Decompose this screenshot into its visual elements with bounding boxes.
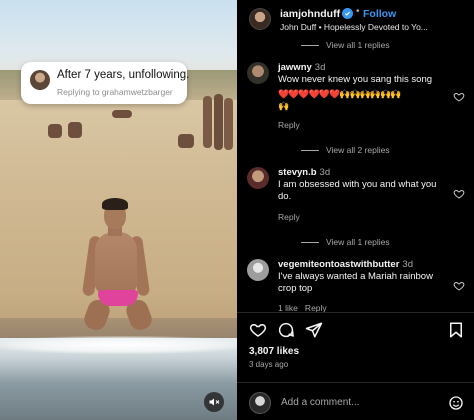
subject-torso [95,232,137,294]
reel-media[interactable]: After 7 years, unfollowing. Replying to … [0,0,237,420]
comment-time: 3d [402,259,413,270]
beachgoer [48,124,62,138]
sticker-avatar [30,70,50,90]
beachgoer [178,134,194,148]
beachgoer [214,94,223,150]
view-replies-label: View all 2 replies [326,145,390,155]
comments-panel: iamjohnduff • Follow John Duff • Hopeles… [237,0,474,420]
comment-item: vegemiteontoastwithbutter 3d I've always … [247,259,469,313]
comment-time: 3d [319,167,331,178]
commenter-avatar[interactable] [247,62,269,84]
comment-item: jawwny 3d Wow never knew you sang this so… [247,62,469,132]
commenter-avatar[interactable] [247,167,269,189]
comment-text: I've always wanted a Mariah rainbow crop… [278,271,433,294]
save-icon[interactable] [447,321,465,339]
post-header: iamjohnduff • Follow John Duff • Hopeles… [237,0,474,38]
sticker-title: After 7 years, unfollowing. [57,69,190,81]
reply-button[interactable]: Reply [278,212,300,222]
beachgoer [68,122,82,138]
speaker-muted-icon [209,398,220,406]
beachgoer [112,110,132,118]
view-replies-link[interactable]: View all 1 replies [301,40,390,50]
emoji-icon[interactable] [448,395,464,411]
replies-line [301,242,319,244]
author-avatar[interactable] [249,8,271,30]
view-replies-link[interactable]: View all 1 replies [301,237,390,247]
heart-icon[interactable] [249,321,267,339]
beachgoer [203,96,212,148]
mute-button[interactable] [204,392,224,412]
subject-swimwear [98,290,138,306]
reply-button[interactable]: Reply [278,120,300,130]
commenter-username[interactable]: jawwny [278,62,312,73]
header-separator: • [356,6,360,17]
verified-badge-icon [342,8,353,19]
sticker-subtitle: Replying to grahamwetzbarger [57,87,173,97]
comment-text: I am obsessed with you and what you do. [278,179,437,202]
comment-text: Wow never knew you sang this song ❤️❤️❤️… [278,74,450,112]
current-user-avatar [249,392,271,414]
likes-count[interactable]: 3,807 likes [249,346,299,357]
commenter-name-line: jawwny 3d [278,62,325,73]
comment-time: 3d [314,62,326,73]
author-username[interactable]: iamjohnduff [280,8,340,20]
comment-emoji-line-2: 🙌 [278,101,290,111]
share-icon[interactable] [305,321,323,339]
beachgoer [224,98,233,150]
like-comment-heart-icon[interactable] [453,187,465,199]
comment-icon[interactable] [277,321,295,339]
comment-item: stevyn.b 3d I am obsessed with you and wh… [247,167,469,225]
replies-line [301,150,319,152]
comment-emoji-line: ❤️❤️❤️❤️❤️❤️🙌🙌🙌🙌🙌🙌 [278,89,401,99]
comment-text-line: Wow never knew you sang this song [278,74,433,85]
comment-input[interactable]: Add a comment... [281,397,359,408]
commenter-username[interactable]: vegemiteontoastwithbutter [278,259,399,270]
actions-divider [237,312,474,313]
commenter-username[interactable]: stevyn.b [278,167,317,178]
subject-hair [102,198,128,210]
view-replies-label: View all 1 replies [326,237,390,247]
view-replies-link[interactable]: View all 2 replies [301,145,390,155]
view-replies-label: View all 1 replies [326,40,390,50]
replies-line [301,45,319,47]
follow-button[interactable]: Follow [363,8,396,20]
post-date: 3 days ago [249,360,289,369]
wave-foam [0,336,237,354]
composer-divider [237,382,474,383]
commenter-name-line: stevyn.b 3d [278,167,330,178]
like-comment-heart-icon[interactable] [453,90,465,102]
commenter-name-line: vegemiteontoastwithbutter 3d [278,259,413,270]
like-comment-heart-icon[interactable] [453,279,465,291]
audio-subtitle[interactable]: John Duff • Hopelessly Devoted to Yo... [280,22,445,32]
commenter-avatar[interactable] [247,259,269,281]
reply-sticker[interactable]: After 7 years, unfollowing. Replying to … [21,62,190,104]
